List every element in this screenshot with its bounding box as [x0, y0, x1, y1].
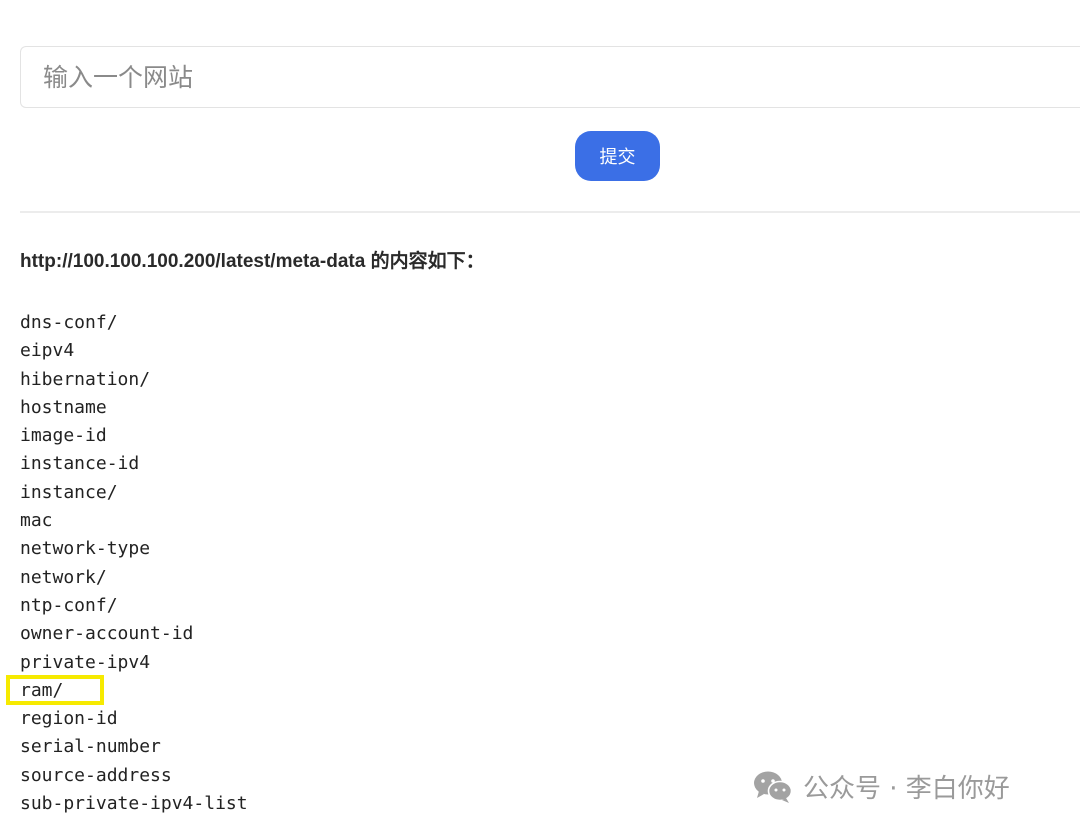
list-item: instance/: [20, 481, 118, 503]
highlight-box: [6, 675, 104, 705]
list-item: network-type: [20, 538, 151, 560]
list-item: hostname: [20, 396, 107, 418]
list-item: source-address: [20, 764, 172, 786]
list-item: eipv4: [20, 340, 75, 362]
list-item: serial-number: [20, 736, 161, 758]
list-item: ntp-conf/: [20, 594, 118, 616]
divider: [20, 211, 1080, 213]
result-heading: http://100.100.100.200/latest/meta-data …: [20, 251, 485, 272]
metadata-list: dns-conf/ eipv4 hibernation/ hostname im…: [20, 309, 248, 818]
list-item: hibernation/: [20, 368, 151, 390]
list-item: region-id: [20, 708, 118, 730]
url-input[interactable]: [20, 46, 1080, 108]
wechat-icon: [753, 770, 793, 804]
page: 提交 http://100.100.100.200/latest/meta-da…: [0, 0, 1080, 829]
submit-button[interactable]: 提交: [575, 131, 660, 181]
list-item: private-ipv4: [20, 651, 151, 673]
list-item: sub-private-ipv4-list: [20, 793, 248, 815]
watermark-text: 公众号 · 李白你好: [803, 774, 1010, 804]
list-item: network/: [20, 566, 107, 588]
watermark: 公众号 · 李白你好: [753, 768, 1010, 805]
list-item: owner-account-id: [20, 623, 194, 645]
list-item: mac: [20, 510, 53, 532]
list-item: dns-conf/: [20, 312, 118, 333]
list-item: image-id: [20, 425, 107, 447]
list-item: instance-id: [20, 453, 140, 475]
